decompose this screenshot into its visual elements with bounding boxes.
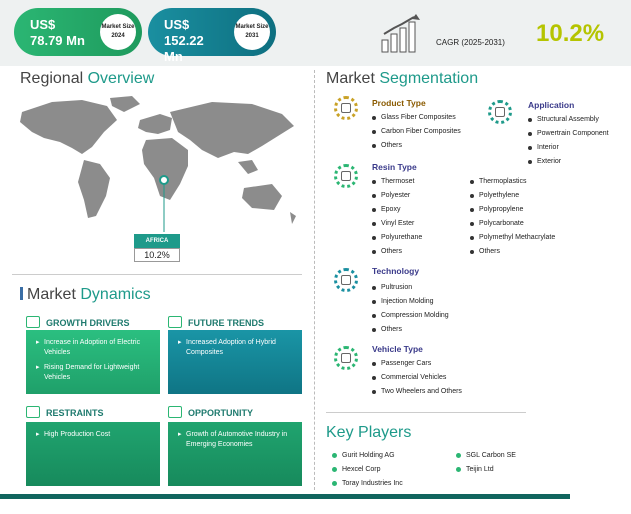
dynamics-title-b: Dynamics [80, 286, 151, 303]
resin-type-item: Others [372, 248, 402, 255]
resin-type-icon [334, 164, 358, 188]
growth-driver-item: Rising Demand for Lightweight Vehicles [36, 363, 150, 383]
section-divider [12, 274, 302, 275]
resin-type-heading: Resin Type [372, 162, 417, 172]
resin-type-item: Polypropylene [470, 206, 523, 213]
growth-chart-icon [381, 14, 420, 53]
vehicle-type-heading: Vehicle Type [372, 344, 423, 354]
resin-type-item: Thermoplastics [470, 178, 526, 185]
resin-type-item: Polyurethane [372, 234, 422, 241]
opportunity-item: Growth of Automotive Industry in Emergin… [178, 430, 292, 450]
resin-type-item: Polymethyl Methacrylate [470, 234, 555, 241]
resin-type-item: Others [470, 248, 500, 255]
product-type-heading: Product Type [372, 98, 426, 108]
technology-item: Pultrusion [372, 284, 412, 291]
technology-item: Injection Molding [372, 298, 434, 305]
application-item: Structural Assembly [528, 116, 599, 123]
region-label: AFRICA [134, 234, 180, 248]
market-size-2031-pill: US$ 152.22 Mn Market Size 2031 [148, 8, 276, 64]
opportunity-label: OPPORTUNITY [188, 408, 254, 418]
technology-heading: Technology [372, 266, 420, 276]
market-segmentation-title: Market Segmentation [326, 70, 478, 88]
header-band: US$ 78.79 Mn Market Size 2024 US$ 152.22… [0, 0, 631, 66]
africa-marker [159, 175, 169, 185]
restraints-label: RESTRAINTS [46, 408, 104, 418]
market-size-2024-value: US$ 78.79 Mn [30, 17, 85, 48]
resin-type-item: Polyester [372, 192, 410, 199]
growth-drivers-heading: GROWTH DRIVERS [26, 316, 130, 328]
growth-drivers-label: GROWTH DRIVERS [46, 318, 130, 328]
key-player-item: SGL Carbon SE [456, 452, 516, 459]
infographic-page: US$ 78.79 Mn Market Size 2024 US$ 152.22… [0, 0, 631, 514]
vehicle-type-item: Commercial Vehicles [372, 374, 446, 381]
world-map [20, 96, 296, 232]
market-dynamics-title: Market Dynamics [20, 286, 151, 304]
product-type-item: Glass Fiber Composites [372, 114, 456, 121]
key-player-item: Gurit Holding AG [332, 452, 395, 459]
key-player-item: Teijin Ltd [456, 466, 494, 473]
product-type-item: Carbon Fiber Composites [372, 128, 461, 135]
restraints-card: High Production Cost [26, 422, 160, 486]
future-trends-icon [168, 316, 182, 328]
future-trends-heading: FUTURE TRENDS [168, 316, 264, 328]
product-type-icon [334, 96, 358, 120]
application-icon [488, 100, 512, 124]
market-size-2031-badge: Market Size 2031 [234, 14, 270, 50]
section-divider [326, 412, 526, 413]
key-player-item: Toray Industries Inc [332, 480, 403, 487]
region-value: 10.2% [134, 248, 180, 262]
growth-driver-item: Increase in Adoption of Electric Vehicle… [36, 338, 150, 358]
restraints-icon [26, 406, 40, 418]
application-item: Exterior [528, 158, 561, 165]
segmentation-title-b: Segmentation [379, 70, 479, 87]
vehicle-type-icon [334, 346, 358, 370]
footer-bar [0, 494, 570, 499]
application-item: Powertrain Component [528, 130, 609, 137]
resin-type-item: Polyethylene [470, 192, 519, 199]
vehicle-type-item: Two Wheelers and Others [372, 388, 462, 395]
key-players-title: Key Players [326, 424, 412, 441]
product-type-item: Others [372, 142, 402, 149]
dynamics-title-a: Market [27, 286, 76, 303]
resin-type-item: Polycarbonate [470, 220, 524, 227]
market-size-2024-pill: US$ 78.79 Mn Market Size 2024 [14, 8, 142, 56]
resin-type-item: Vinyl Ester [372, 220, 414, 227]
regional-overview-title: Regional Overview [20, 70, 154, 88]
regional-title-b: Overview [87, 70, 155, 87]
application-item: Interior [528, 144, 559, 151]
growth-drivers-icon [26, 316, 40, 328]
key-player-item: Hexcel Corp [332, 466, 381, 473]
future-trend-item: Increased Adoption of Hybrid Composites [178, 338, 292, 358]
market-size-2031-value: US$ 152.22 Mn [164, 17, 204, 64]
opportunity-icon [168, 406, 182, 418]
regional-title-a: Regional [20, 70, 84, 87]
opportunity-heading: OPPORTUNITY [168, 406, 253, 418]
technology-item: Compression Molding [372, 312, 449, 319]
future-trends-label: FUTURE TRENDS [188, 318, 264, 328]
future-trends-card: Increased Adoption of Hybrid Composites [168, 330, 302, 394]
resin-type-item: Thermoset [372, 178, 414, 185]
restraints-heading: RESTRAINTS [26, 406, 104, 418]
segmentation-title-a: Market [326, 70, 375, 87]
vehicle-type-item: Passenger Cars [372, 360, 431, 367]
growth-drivers-card: Increase in Adoption of Electric Vehicle… [26, 330, 160, 394]
vertical-divider [314, 70, 315, 490]
opportunity-card: Growth of Automotive Industry in Emergin… [168, 422, 302, 486]
application-heading: Application [528, 100, 575, 110]
cagr-label: CAGR (2025-2031) [436, 38, 505, 47]
restraint-item: High Production Cost [36, 430, 150, 440]
technology-item: Others [372, 326, 402, 333]
technology-icon [334, 268, 358, 292]
cagr-value: 10.2% [536, 20, 605, 47]
market-size-2024-badge: Market Size 2024 [100, 14, 136, 50]
resin-type-item: Epoxy [372, 206, 400, 213]
